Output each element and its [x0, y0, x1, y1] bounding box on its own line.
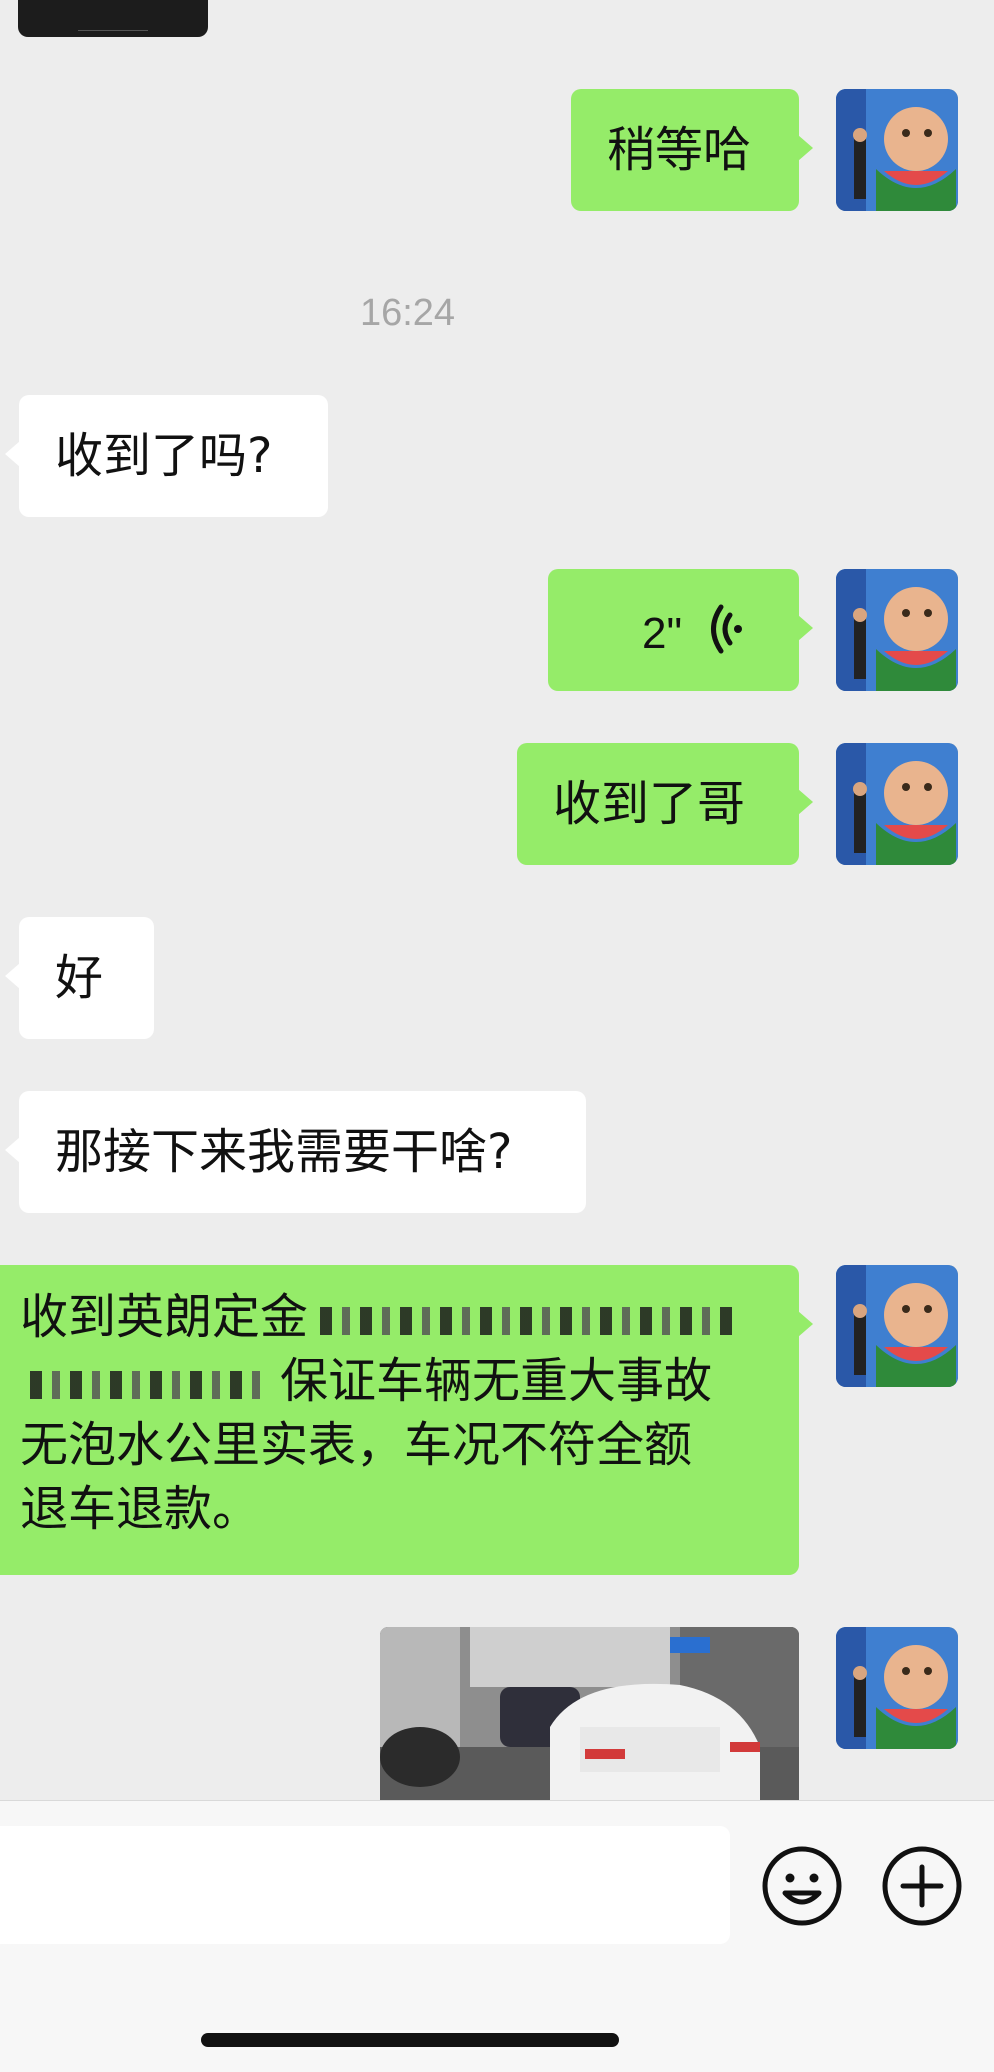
my-avatar[interactable]	[836, 743, 958, 865]
message-line: 无泡水公里实表，车况不符全额	[20, 1417, 693, 1473]
partial-message-card[interactable]	[18, 0, 208, 37]
my-avatar[interactable]	[836, 1265, 958, 1387]
redacted-text	[320, 1307, 740, 1335]
input-bar	[0, 1800, 994, 2072]
voice-wave-icon	[708, 603, 748, 670]
message-line: 保证车辆无重大事故	[280, 1353, 713, 1409]
message-line: 退车退款。	[20, 1481, 261, 1537]
message-timestamp: 16:24	[359, 292, 456, 334]
message-input[interactable]	[0, 1826, 730, 1944]
plus-circle-icon[interactable]	[881, 1845, 963, 1927]
redacted-text	[30, 1371, 260, 1399]
outgoing-message-bubble[interactable]: 稍等哈	[571, 89, 813, 211]
incoming-message-bubble[interactable]: 好	[5, 917, 154, 1039]
voice-duration: 2"	[642, 609, 683, 658]
outgoing-message-bubble[interactable]: 收到英朗定金 保证车辆无重大事故 无泡水公里实表，车况不符全额 退车退款。	[0, 1265, 813, 1575]
my-avatar[interactable]	[836, 1627, 958, 1749]
message-text: 稍等哈	[607, 121, 752, 178]
car-photo-message[interactable]	[380, 1627, 799, 1800]
my-avatar[interactable]	[836, 89, 958, 211]
home-indicator[interactable]	[201, 2033, 619, 2047]
emoji-icon[interactable]	[761, 1845, 843, 1927]
my-avatar[interactable]	[836, 569, 958, 691]
message-text: 好	[55, 949, 104, 1006]
incoming-message-bubble[interactable]: 那接下来我需要干啥?	[5, 1091, 586, 1213]
message-line: 收到英朗定金	[20, 1289, 309, 1345]
outgoing-message-bubble[interactable]: 收到了哥	[517, 743, 813, 865]
message-text: 收到了吗?	[55, 427, 273, 484]
message-text: 收到了哥	[553, 775, 746, 832]
card-divider	[78, 30, 148, 31]
incoming-message-bubble[interactable]: 收到了吗?	[5, 395, 328, 517]
outgoing-voice-message[interactable]: 2"	[548, 569, 813, 691]
chat-area[interactable]: 稍等哈 16:24 收到了吗? 2" 收到了哥 好 那接下来我需要干啥? 收到英…	[0, 0, 994, 1800]
message-text: 那接下来我需要干啥?	[55, 1123, 513, 1180]
